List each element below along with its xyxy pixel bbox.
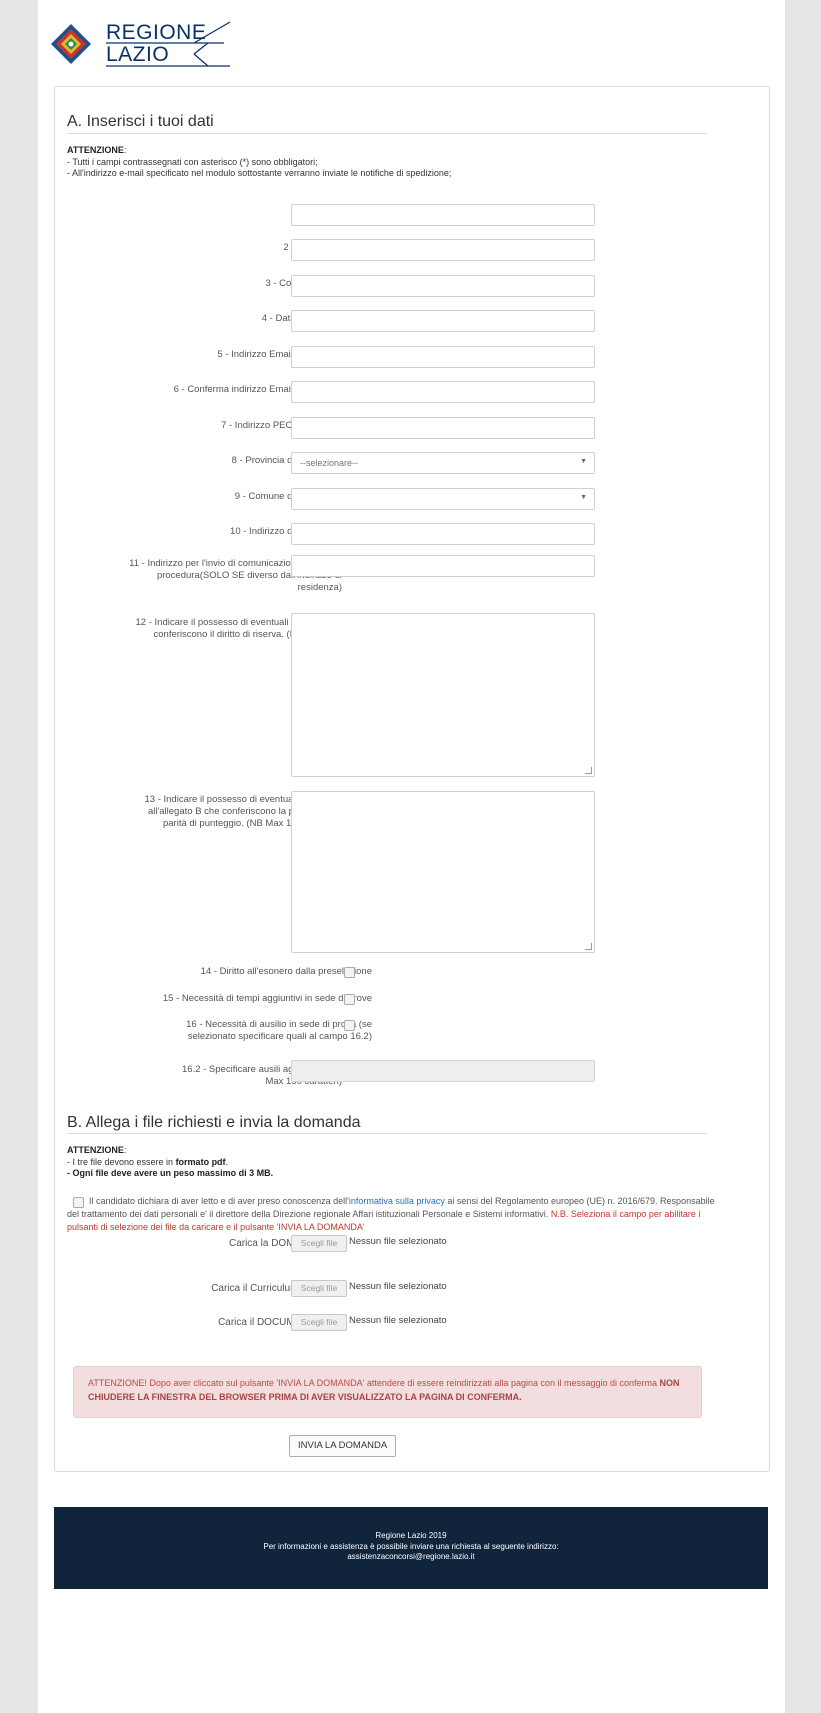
footer-copyright: Regione Lazio 2019 — [375, 1531, 447, 1540]
footer-assistance-text: Per informazioni e assistenza è possibil… — [263, 1541, 559, 1551]
page-container: REGIONE LAZIO A. Inserisci i tuoi dati A… — [38, 0, 785, 1713]
file-status-domanda: Nessun file selezionato — [349, 1236, 447, 1247]
attention-line-1: - Tutti i campi contrassegnati con aster… — [67, 156, 318, 167]
attention-line-2: - All'indirizzo e-mail specificato nel m… — [67, 168, 452, 178]
email-input[interactable] — [291, 346, 595, 368]
pdf-note-bold: formato pdf — [175, 1156, 226, 1167]
indirizzo-comunicazioni-input[interactable] — [291, 555, 595, 577]
section-b-title: B. Allega i file richiesti e invia la do… — [67, 1114, 361, 1131]
indirizzo-input[interactable] — [291, 523, 595, 545]
label-ausilio: 16 - Necessità di ausilio in sede di pro… — [186, 1019, 372, 1042]
file-status-documento: Nessun file selezionato — [349, 1315, 447, 1326]
footer: Regione Lazio 2019 Per informazioni e as… — [54, 1507, 768, 1589]
attention-heading: ATTENZIONE — [67, 145, 124, 155]
attention-heading: ATTENZIONE — [67, 1145, 124, 1155]
regione-lazio-emblem-icon — [51, 24, 91, 64]
regione-lazio-logo[interactable]: REGIONE LAZIO — [50, 20, 232, 68]
codice-fiscale-input[interactable] — [291, 275, 595, 297]
section-a-divider — [67, 133, 707, 134]
privacy-policy-link[interactable]: informativa sulla privacy — [349, 1196, 445, 1206]
pdf-note-text: - I tre file devono essere in — [67, 1156, 176, 1167]
esonero-checkbox[interactable] — [344, 967, 355, 978]
size-note-end: . — [270, 1168, 274, 1178]
section-b-divider — [67, 1133, 707, 1134]
section-a-attention: ATTENZIONE: - Tutti i campi contrassegna… — [67, 145, 452, 178]
cognome-input[interactable] — [291, 239, 595, 261]
size-note-bold: un peso massimo di 3 MB — [160, 1168, 271, 1178]
choose-file-curriculum-button[interactable]: Scegli file — [291, 1280, 347, 1297]
privacy-text-1: Il candidato dichiara di aver letto e di… — [89, 1196, 349, 1206]
choose-file-documento-button[interactable]: Scegli file — [291, 1314, 347, 1331]
label-esonero: 14 - Diritto all'esonero dalla preselezi… — [200, 966, 372, 977]
conferma-email-input[interactable] — [291, 381, 595, 403]
data-nascita-input[interactable] — [291, 310, 595, 332]
pdf-note-end: . — [225, 1156, 229, 1167]
form-panel: A. Inserisci i tuoi dati ATTENZIONE: - T… — [54, 86, 770, 1472]
label-tempi-aggiuntivi: 15 - Necessità di tempi aggiuntivi in se… — [162, 993, 372, 1004]
size-note-text: - Ogni file deve avere — [67, 1168, 161, 1178]
ausilio-checkbox[interactable] — [344, 1020, 355, 1031]
nome-input[interactable] — [291, 204, 595, 226]
ausili-aggiuntivi-input — [291, 1060, 595, 1082]
alert-text: ATTENZIONE! Dopo aver cliccato sul pulsa… — [88, 1378, 660, 1388]
dropdown-arrow-icon: ▼ — [580, 494, 587, 501]
provincia-select-value: --selezionare-- — [300, 458, 359, 468]
resize-grip-icon[interactable] — [585, 767, 592, 774]
file-status-curriculum: Nessun file selezionato — [349, 1281, 447, 1292]
invia-domanda-button[interactable]: INVIA LA DOMANDA — [289, 1435, 397, 1457]
warning-alert: ATTENZIONE! Dopo aver cliccato sul pulsa… — [73, 1366, 702, 1418]
section-a-title: A. Inserisci i tuoi dati — [67, 113, 214, 130]
footer-email[interactable]: assistenzaconcorsi@regione.lazio.it — [54, 1552, 768, 1563]
provincia-select[interactable]: --selezionare-- ▼ — [291, 452, 595, 474]
dropdown-arrow-icon: ▼ — [580, 458, 587, 465]
section-b-attention: ATTENZIONE: - I tre file devono essere i… — [67, 1145, 274, 1178]
pdf-note: - I tre file devono essere in formato pd… — [67, 1157, 228, 1167]
resize-grip-icon[interactable] — [585, 943, 592, 950]
titoli-preferenza-textarea[interactable] — [291, 791, 595, 953]
comune-select[interactable]: ▼ — [291, 488, 595, 510]
privacy-declaration: Il candidato dichiara di aver letto e di… — [67, 1195, 727, 1234]
pec-input[interactable] — [291, 417, 595, 439]
choose-file-domanda-button[interactable]: Scegli file — [291, 1235, 347, 1252]
requisiti-riserva-textarea[interactable] — [291, 613, 595, 777]
logo-lines-icon — [106, 21, 231, 67]
size-note: - Ogni file deve avere un peso massimo d… — [67, 1168, 273, 1178]
tempi-aggiuntivi-checkbox[interactable] — [344, 994, 355, 1005]
